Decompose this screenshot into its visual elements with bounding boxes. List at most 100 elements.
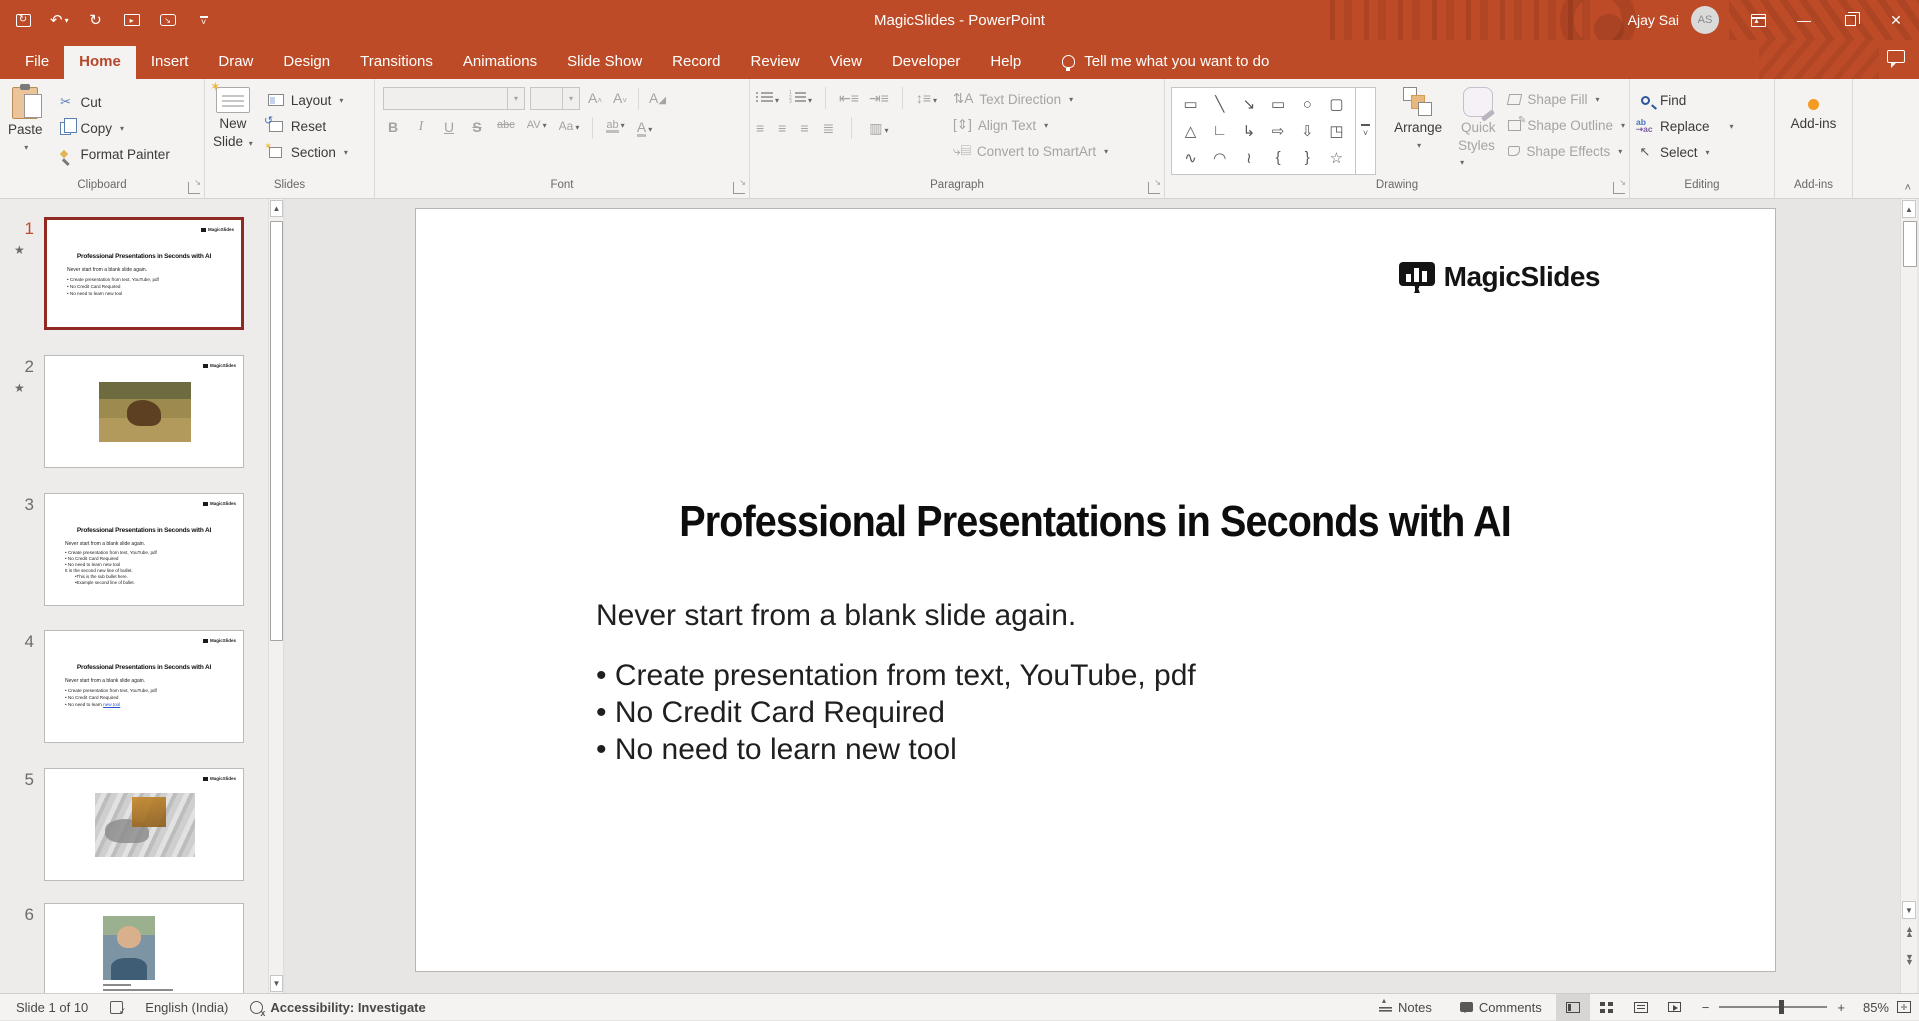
thumbnail-scroll-up-button[interactable]: ▲ [270, 200, 283, 217]
slide-3-thumbnail[interactable]: MagicSlides Professional Presentations i… [44, 493, 244, 606]
close-button[interactable]: ✕ [1873, 0, 1919, 40]
right-brace-shape-icon[interactable]: } [1293, 144, 1322, 171]
main-scroll-up-button[interactable]: ▲ [1902, 200, 1916, 218]
tab-design[interactable]: Design [268, 46, 345, 79]
right-arrow-shape-icon[interactable]: ⇨ [1263, 118, 1292, 145]
tab-record[interactable]: Record [657, 46, 735, 79]
quick-styles-button[interactable]: Quick Styles ▾ [1450, 85, 1506, 172]
drawing-dialog-launcher[interactable] [1613, 182, 1625, 194]
tab-home[interactable]: Home [64, 46, 136, 79]
next-slide-button[interactable]: ▼▼ [1903, 955, 1916, 965]
bold-button[interactable]: B [383, 117, 403, 139]
font-dialog-launcher[interactable] [733, 182, 745, 194]
line-spacing-button[interactable]: ↕≡▾ [916, 90, 937, 106]
tab-review[interactable]: Review [736, 46, 815, 79]
collapse-ribbon-button[interactable]: ˄ [1905, 182, 1911, 194]
character-spacing-button[interactable]: AV▾ [525, 117, 549, 139]
shapes-gallery[interactable]: ▭ ╲ ↘ ▭ ○ ▢ △ ∟ ↳ ⇨ ⇩ ◳ ∿ ◠ ≀ { } ☆ [1171, 87, 1356, 175]
shadow-button[interactable]: S [467, 117, 487, 139]
convert-to-smartart-button[interactable]: ⤷▤Convert to SmartArt▾ [953, 139, 1108, 163]
paragraph-dialog-launcher[interactable] [1148, 182, 1160, 194]
line-shape-icon[interactable]: ╲ [1205, 91, 1234, 118]
shape-fill-button[interactable]: Shape Fill▾ [1508, 87, 1625, 111]
numbering-button[interactable]: ▾ [789, 90, 812, 106]
replace-button[interactable]: ab⇢acReplace▾ [1630, 113, 1740, 139]
highlight-color-button[interactable]: ab▾ [604, 117, 626, 139]
cut-button[interactable]: ✂Cut [51, 89, 176, 115]
bullets-button[interactable]: ▾ [756, 90, 779, 106]
share-comment-icon[interactable] [1887, 50, 1905, 63]
align-right-button[interactable]: ≡ [800, 120, 808, 136]
oval-shape-icon[interactable]: ○ [1293, 91, 1322, 118]
language-indicator[interactable]: English (India) [145, 1000, 228, 1015]
thumbnail-scroll-down-button[interactable]: ▼ [270, 975, 283, 992]
comments-button[interactable]: Comments [1446, 994, 1556, 1021]
tab-transitions[interactable]: Transitions [345, 46, 448, 79]
user-name[interactable]: Ajay Sai [1628, 12, 1679, 28]
thumbnail-scrollbar[interactable]: ▲ ▼ [268, 199, 284, 993]
ribbon-display-options-button[interactable] [1735, 0, 1781, 40]
select-button[interactable]: ↖Select▾ [1630, 139, 1740, 165]
main-scroll-down-button[interactable]: ▼ [1902, 901, 1916, 919]
rounded-rectangle-shape-icon[interactable]: ▢ [1322, 91, 1351, 118]
shrink-font-button[interactable]: A˅ [610, 88, 630, 110]
zoom-in-button[interactable]: + [1837, 1000, 1845, 1015]
tab-file[interactable]: File [10, 46, 64, 79]
zoom-out-button[interactable]: − [1702, 1000, 1710, 1015]
previous-slide-button[interactable]: ▲▲ [1903, 927, 1916, 937]
star-shape-icon[interactable]: ☆ [1322, 144, 1351, 171]
tab-view[interactable]: View [815, 46, 877, 79]
normal-view-button[interactable] [1556, 994, 1590, 1021]
reading-view-button[interactable] [1624, 994, 1658, 1021]
elbow-connector-shape-icon[interactable]: ∟ [1205, 118, 1234, 145]
slide-show-view-button[interactable] [1658, 994, 1692, 1021]
slide-1-thumbnail[interactable]: MagicSlides Professional Presentations i… [44, 217, 244, 330]
zoom-slider[interactable] [1719, 1006, 1827, 1008]
arc-shape-icon[interactable]: ◠ [1205, 144, 1234, 171]
align-text-button[interactable]: [⇕]Align Text▾ [953, 113, 1108, 137]
corner-shape-icon[interactable]: ◳ [1322, 118, 1351, 145]
slide-4-thumbnail[interactable]: MagicSlides Professional Presentations i… [44, 630, 244, 743]
justify-button[interactable]: ≣ [823, 120, 835, 137]
slide-intro-text[interactable]: Never start from a blank slide again. [596, 599, 1076, 633]
triangle-shape-icon[interactable]: △ [1176, 118, 1205, 145]
tab-help[interactable]: Help [975, 46, 1036, 79]
underline-button[interactable]: U [439, 117, 459, 139]
columns-button[interactable]: ▥▾ [869, 120, 888, 137]
grow-font-button[interactable]: A˄ [585, 88, 605, 110]
slide-counter[interactable]: Slide 1 of 10 [16, 1000, 88, 1015]
font-color-button[interactable]: A▾ [635, 117, 655, 139]
zoom-level[interactable]: 85% [1855, 1000, 1897, 1015]
align-left-button[interactable]: ≡ [756, 120, 764, 136]
restore-button[interactable] [1827, 0, 1873, 40]
addins-button[interactable]: Add-ins [1775, 99, 1852, 131]
copy-button[interactable]: Copy▾ [51, 115, 176, 141]
italic-button[interactable]: I [411, 117, 431, 139]
left-brace-shape-icon[interactable]: { [1263, 144, 1292, 171]
text-box-shape-icon[interactable]: ▭ [1176, 91, 1205, 118]
arrange-button[interactable]: Arrange ▾ [1386, 85, 1450, 155]
down-arrow-shape-icon[interactable]: ⇩ [1293, 118, 1322, 145]
zoom-slider-thumb[interactable] [1779, 1000, 1784, 1014]
fit-to-window-button[interactable]: ✛ [1897, 1001, 1911, 1013]
decrease-indent-button[interactable]: ⇤≡ [839, 90, 859, 107]
rectangle-shape-icon[interactable]: ▭ [1263, 91, 1292, 118]
shape-effects-button[interactable]: Shape Effects▾ [1508, 139, 1625, 163]
text-direction-button[interactable]: ⇅AText Direction▾ [953, 87, 1108, 111]
shapes-gallery-more-button[interactable]: ˅ [1356, 87, 1376, 175]
slide-bullet-list[interactable]: • Create presentation from text, YouTube… [596, 657, 1196, 768]
tab-insert[interactable]: Insert [136, 46, 204, 79]
curve-shape-icon[interactable]: ≀ [1234, 144, 1263, 171]
tab-animations[interactable]: Animations [448, 46, 552, 79]
clipboard-dialog-launcher[interactable] [188, 182, 200, 194]
change-case-button[interactable]: Aa▾ [557, 117, 582, 139]
reset-button[interactable]: Reset [261, 113, 354, 139]
accessibility-status[interactable]: Accessibility: Investigate [250, 1000, 425, 1015]
main-scrollbar-thumb[interactable] [1903, 221, 1917, 267]
elbow-arrow-connector-shape-icon[interactable]: ↳ [1234, 118, 1263, 145]
new-slide-button[interactable]: New Slide ▾ [205, 85, 261, 153]
paste-button[interactable]: Paste ▾ [0, 85, 51, 157]
tab-slide-show[interactable]: Slide Show [552, 46, 657, 79]
slide-2-thumbnail[interactable]: MagicSlides [44, 355, 244, 468]
shape-outline-button[interactable]: Shape Outline▾ [1508, 113, 1625, 137]
